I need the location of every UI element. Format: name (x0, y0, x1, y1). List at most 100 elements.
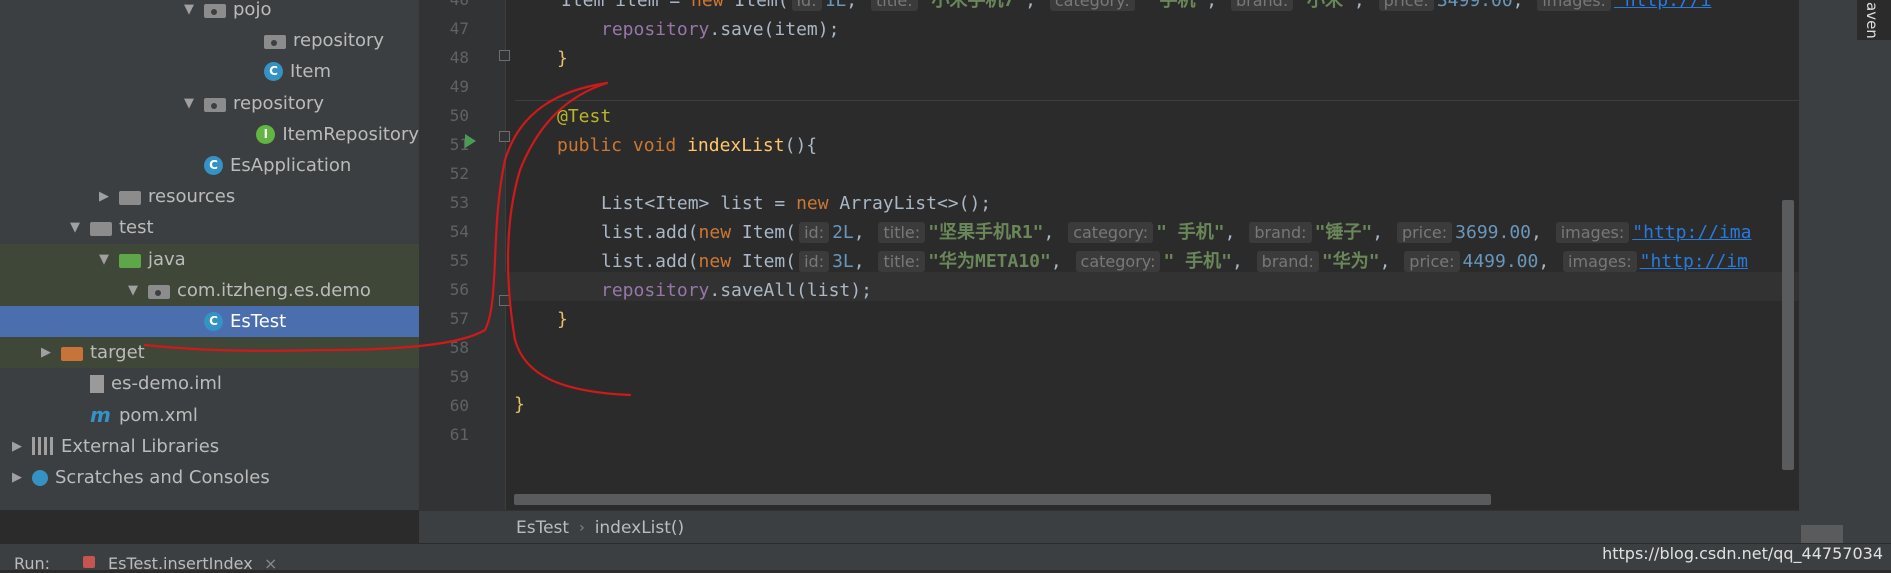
code-line-55[interactable]: list.add(new Item(id: 3L, title: "华为META10… (601, 247, 1748, 276)
tree-item-label: ItemRepository (282, 123, 419, 145)
code-line-50[interactable]: @Test (557, 102, 611, 131)
tree-item[interactable]: ▶ Scratches and Consoles (0, 462, 419, 493)
class-icon: C (264, 62, 283, 82)
maven-tab-label: aven (1863, 2, 1881, 39)
tree-item-label: test (119, 217, 154, 239)
tree-item[interactable]: C EsTest (0, 306, 419, 337)
method-separator (515, 100, 1799, 101)
run-label: Run: (14, 554, 51, 573)
line-number: 52 (449, 164, 469, 183)
test-folder-icon (119, 253, 141, 268)
tree-item-label: com.itzheng.es.demo (177, 279, 371, 301)
tree-item[interactable]: ▶ target (0, 337, 419, 369)
line-number: 59 (449, 367, 469, 386)
tree-item-label: Item (290, 61, 331, 83)
maven-icon: m (90, 403, 111, 428)
expand-right-icon[interactable]: ▶ (8, 439, 26, 454)
code-line-46[interactable]: Item item = new Item(id: 1L, title: "小米手机7… (561, 0, 1711, 15)
code-line-54[interactable]: list.add(new Item(id: 2L, title: "坚果手机R1",… (601, 218, 1751, 247)
expand-down-icon[interactable]: ▼ (95, 252, 113, 267)
tree-item[interactable]: ▶ External Libraries (0, 431, 419, 462)
package-dot-icon (211, 102, 217, 109)
fold-marker-icon[interactable] (499, 295, 510, 306)
libraries-icon (32, 437, 54, 456)
expand-right-icon[interactable]: ▶ (95, 189, 113, 204)
tree-item-label: resources (148, 186, 236, 208)
line-number: 46 (429, 0, 469, 9)
expand-down-icon[interactable]: ▼ (124, 283, 142, 298)
line-number: 56 (449, 280, 469, 299)
vertical-scrollbar[interactable] (1782, 200, 1794, 470)
package-dot-icon (271, 40, 277, 47)
line-number: 49 (449, 77, 469, 96)
right-tool-strip (1799, 0, 1891, 543)
spring-app-icon: C (204, 156, 223, 175)
tree-item-label: Scratches and Consoles (55, 467, 270, 488)
run-config-tab[interactable]: EsTest.insertIndex (108, 554, 253, 573)
scratches-icon (32, 469, 48, 486)
close-tab-icon[interactable]: × (264, 554, 277, 573)
tree-item[interactable]: ▼ pojo (0, 0, 419, 25)
tree-item-label: pom.xml (119, 404, 198, 426)
code-editor[interactable]: 46 47 48 49 50 51 52 53 54 55 56 57 58 59 60 61 Item it… (419, 0, 1799, 510)
code-line-57[interactable]: } (557, 305, 568, 334)
excluded-folder-icon (61, 347, 83, 362)
tree-item-label: java (148, 248, 186, 270)
expand-down-icon[interactable]: ▼ (66, 220, 84, 235)
tree-item-label: EsApplication (230, 155, 352, 176)
breadcrumb: EsTest › indexList() (419, 510, 1799, 544)
run-test-icon[interactable] (465, 134, 476, 148)
package-dot-icon (211, 9, 217, 15)
tree-item[interactable]: C EsApplication (0, 150, 419, 181)
tree-item[interactable]: m pom.xml (0, 400, 419, 431)
code-line-56[interactable]: repository.saveAll(list); (601, 276, 872, 305)
test-class-icon: C (204, 312, 223, 331)
line-number: 61 (449, 425, 469, 444)
expand-right-icon[interactable]: ▶ (8, 470, 26, 485)
maven-tool-tab[interactable]: aven (1857, 0, 1891, 40)
line-number: 58 (449, 338, 469, 357)
scroll-corner (1801, 525, 1843, 543)
tree-item[interactable]: ▼ test (0, 212, 419, 243)
tree-item[interactable]: I ItemRepository (0, 119, 419, 150)
tree-item-label: repository (233, 92, 325, 114)
watermark: https://blog.csdn.net/qq_44757034 (1602, 544, 1883, 563)
line-number: 47 (449, 19, 469, 38)
breadcrumb-class[interactable]: EsTest (516, 518, 569, 538)
line-number: 60 (449, 396, 469, 415)
code-line-53[interactable]: List<Item> list = new ArrayList<>(); (601, 189, 991, 218)
package-dot-icon (155, 289, 161, 296)
tree-item[interactable]: ▼ java (0, 243, 419, 275)
folder-icon (90, 222, 112, 237)
tree-item[interactable]: ▼ repository (0, 88, 419, 119)
fold-marker-icon[interactable] (499, 50, 510, 61)
line-number: 50 (449, 106, 469, 125)
line-number: 55 (449, 251, 469, 270)
tree-item[interactable]: ▶ resources (0, 181, 419, 212)
line-number: 53 (449, 193, 469, 212)
line-number: 51 (449, 135, 469, 154)
horizontal-scrollbar[interactable] (514, 494, 1491, 505)
code-line-60[interactable]: } (514, 390, 525, 419)
expand-right-icon[interactable]: ▶ (37, 345, 55, 360)
tree-item[interactable]: repository (0, 25, 419, 56)
folder-package-icon (148, 284, 170, 299)
tree-item[interactable]: es-demo.iml (0, 368, 419, 399)
tree-item-label: repository (293, 30, 385, 52)
code-line-48[interactable]: } (557, 44, 568, 73)
folder-package-icon (204, 97, 226, 112)
breadcrumb-method[interactable]: indexList() (595, 518, 685, 538)
iml-file-icon (90, 374, 104, 393)
fold-marker-icon[interactable] (499, 131, 510, 142)
run-config-icon (83, 556, 95, 568)
expand-down-icon[interactable]: ▼ (180, 2, 198, 17)
tree-item-label: EsTest (230, 311, 287, 332)
tree-item[interactable]: ▼ com.itzheng.es.demo (0, 274, 419, 306)
expand-down-icon[interactable]: ▼ (180, 96, 198, 111)
tree-item[interactable]: C Item (0, 56, 419, 87)
code-line-51[interactable]: public void indexList(){ (557, 131, 817, 160)
editor-gutter: 46 47 48 49 50 51 52 53 54 55 56 57 58 59 60 61 (419, 0, 506, 510)
tree-item-label: target (90, 342, 145, 364)
line-number: 48 (449, 48, 469, 67)
code-line-47[interactable]: repository.save(item); (601, 15, 839, 44)
